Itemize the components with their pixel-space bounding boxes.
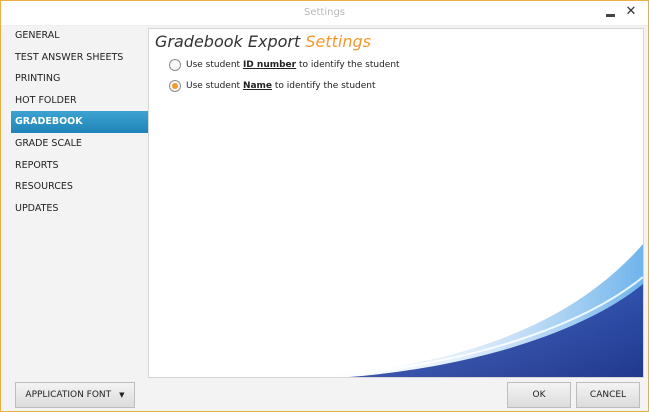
close-icon[interactable]: ✕ [623, 4, 639, 20]
page-title-main: Gradebook Export [155, 32, 301, 51]
ok-button[interactable]: OK [507, 382, 571, 408]
settings-sidebar: GENERAL TEST ANSWER SHEETS PRINTING HOT … [1, 25, 154, 375]
page-title: Gradebook Export Settings [155, 32, 371, 51]
sidebar-item-hot-folder[interactable]: HOT FOLDER [1, 90, 148, 112]
application-font-label: APPLICATION FONT [25, 390, 112, 400]
option-name-label: Use student Name to identify the student [186, 81, 376, 91]
sidebar-item-test-answer-sheets[interactable]: TEST ANSWER SHEETS [1, 47, 148, 69]
sidebar-item-updates[interactable]: UPDATES [1, 198, 148, 220]
radio-id-number[interactable] [169, 59, 181, 71]
title-bar: Settings ✕ [1, 1, 648, 26]
sidebar-item-resources[interactable]: RESOURCES [1, 176, 148, 198]
sidebar-item-gradebook[interactable]: GRADEBOOK [11, 111, 154, 133]
page-title-accent: Settings [305, 32, 371, 51]
settings-panel: Gradebook Export Settings Use student ID… [148, 28, 644, 378]
cancel-button[interactable]: CANCEL [576, 382, 640, 408]
option-id-number-label: Use student ID number to identify the st… [186, 60, 400, 70]
settings-window: Settings ✕ GENERAL TEST ANSWER SHEETS PR… [0, 0, 649, 412]
caret-down-icon: ▼ [119, 391, 125, 399]
sidebar-item-reports[interactable]: REPORTS [1, 155, 148, 177]
minimize-icon[interactable] [603, 4, 619, 20]
application-font-button[interactable]: APPLICATION FONT ▼ [15, 382, 135, 408]
sidebar-item-general[interactable]: GENERAL [1, 25, 148, 47]
sidebar-item-printing[interactable]: PRINTING [1, 68, 148, 90]
radio-name[interactable] [169, 80, 181, 92]
sidebar-item-grade-scale[interactable]: GRADE SCALE [1, 133, 148, 155]
window-title: Settings [303, 7, 345, 18]
